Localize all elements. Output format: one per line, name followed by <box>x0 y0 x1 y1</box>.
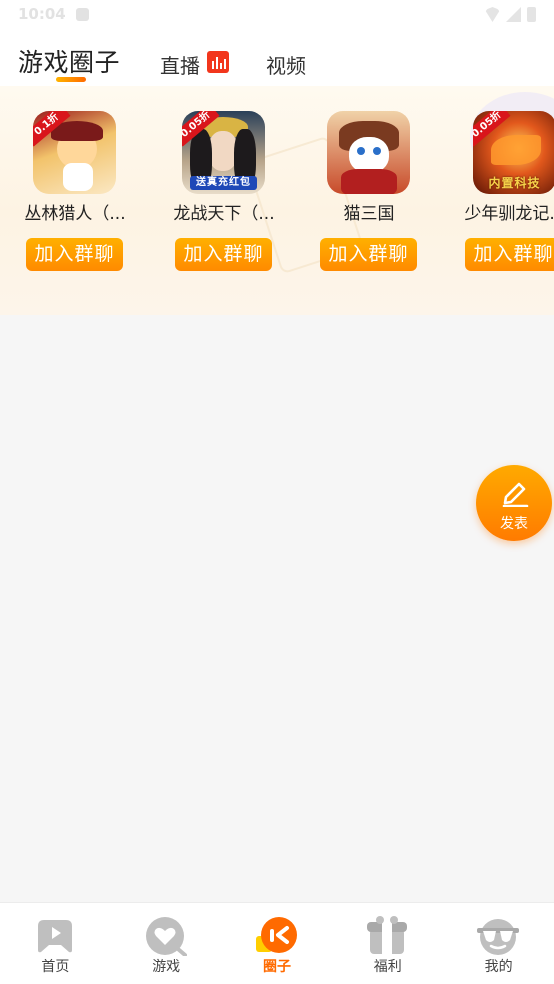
game-card[interactable]: 0.05折 送真充红包 龙战天下（... 加入群聊 <box>169 86 279 315</box>
sunglasses-icon <box>477 919 520 955</box>
post-button-label: 发表 <box>500 516 528 532</box>
game-name: 少年驯龙记... <box>464 204 554 224</box>
game-card[interactable]: 0.1折 丛林猎人（... 加入群聊 <box>20 86 130 315</box>
nav-item-mine[interactable]: 我的 <box>443 903 554 984</box>
nav-label: 福利 <box>373 959 402 975</box>
game-card[interactable]: 0.05折 内置科技 少年驯龙记... 加入群聊 <box>460 86 554 315</box>
join-group-chat-button[interactable]: 加入群聊 <box>26 238 123 271</box>
join-group-chat-button[interactable]: 加入群聊 <box>175 238 272 271</box>
game-name: 龙战天下（... <box>173 204 275 224</box>
join-group-chat-button[interactable]: 加入群聊 <box>320 238 417 271</box>
nav-item-welfare[interactable]: 福利 <box>332 903 443 984</box>
heart-search-icon <box>145 917 187 956</box>
game-name: 丛林猎人（... <box>24 204 126 224</box>
nav-item-home[interactable]: 首页 <box>0 903 111 984</box>
notification-icon <box>76 8 89 21</box>
promo-banner: 内置科技 <box>488 176 541 190</box>
game-icon-dragon-war[interactable]: 0.05折 送真充红包 <box>182 111 265 194</box>
join-group-chat-button[interactable]: 加入群聊 <box>465 238 554 271</box>
nav-label: 首页 <box>41 959 70 975</box>
game-name: 猫三国 <box>343 204 395 224</box>
nav-label: 圈子 <box>262 959 291 975</box>
signal-icon <box>506 7 521 22</box>
tab-live[interactable]: 直播 <box>160 50 200 79</box>
wifi-icon <box>485 7 500 22</box>
app-screen: 10:04 游戏圈子 直播 视频 0.1折 丛林猎人（... 加入群聊 0.05… <box>0 0 554 984</box>
game-card[interactable]: 猫三国 加入群聊 <box>314 86 424 315</box>
status-time: 10:04 <box>18 5 66 23</box>
status-bar: 10:04 <box>0 0 554 30</box>
gift-icon <box>367 916 408 954</box>
bottom-navigation: 首页 游戏 圈子 福利 我的 <box>0 902 554 984</box>
nav-label: 我的 <box>484 959 513 975</box>
status-icons <box>485 7 536 22</box>
game-circle-list: 0.1折 丛林猎人（... 加入群聊 0.05折 送真充红包 龙战天下（... … <box>0 86 554 315</box>
circle-icon <box>255 917 297 953</box>
game-icon-jungle-hunter[interactable]: 0.1折 <box>33 111 116 194</box>
gamepad-icon <box>38 920 72 953</box>
game-icon-cat-three-kingdoms[interactable] <box>327 111 410 194</box>
live-chart-icon <box>207 51 229 73</box>
game-icon-young-dragon-tamer[interactable]: 0.05折 内置科技 <box>473 111 554 194</box>
nav-item-games[interactable]: 游戏 <box>111 903 222 984</box>
tab-video[interactable]: 视频 <box>266 50 306 79</box>
top-tabs: 游戏圈子 直播 视频 <box>0 30 554 86</box>
promo-banner: 送真充红包 <box>190 176 257 190</box>
post-button[interactable]: 发表 <box>476 465 552 541</box>
pen-icon <box>502 482 529 507</box>
battery-icon <box>527 7 536 22</box>
nav-item-circle[interactable]: 圈子 <box>222 903 333 984</box>
tab-game-circle[interactable]: 游戏圈子 <box>18 43 120 79</box>
tab-active-indicator <box>56 77 86 82</box>
nav-label: 游戏 <box>152 959 181 975</box>
